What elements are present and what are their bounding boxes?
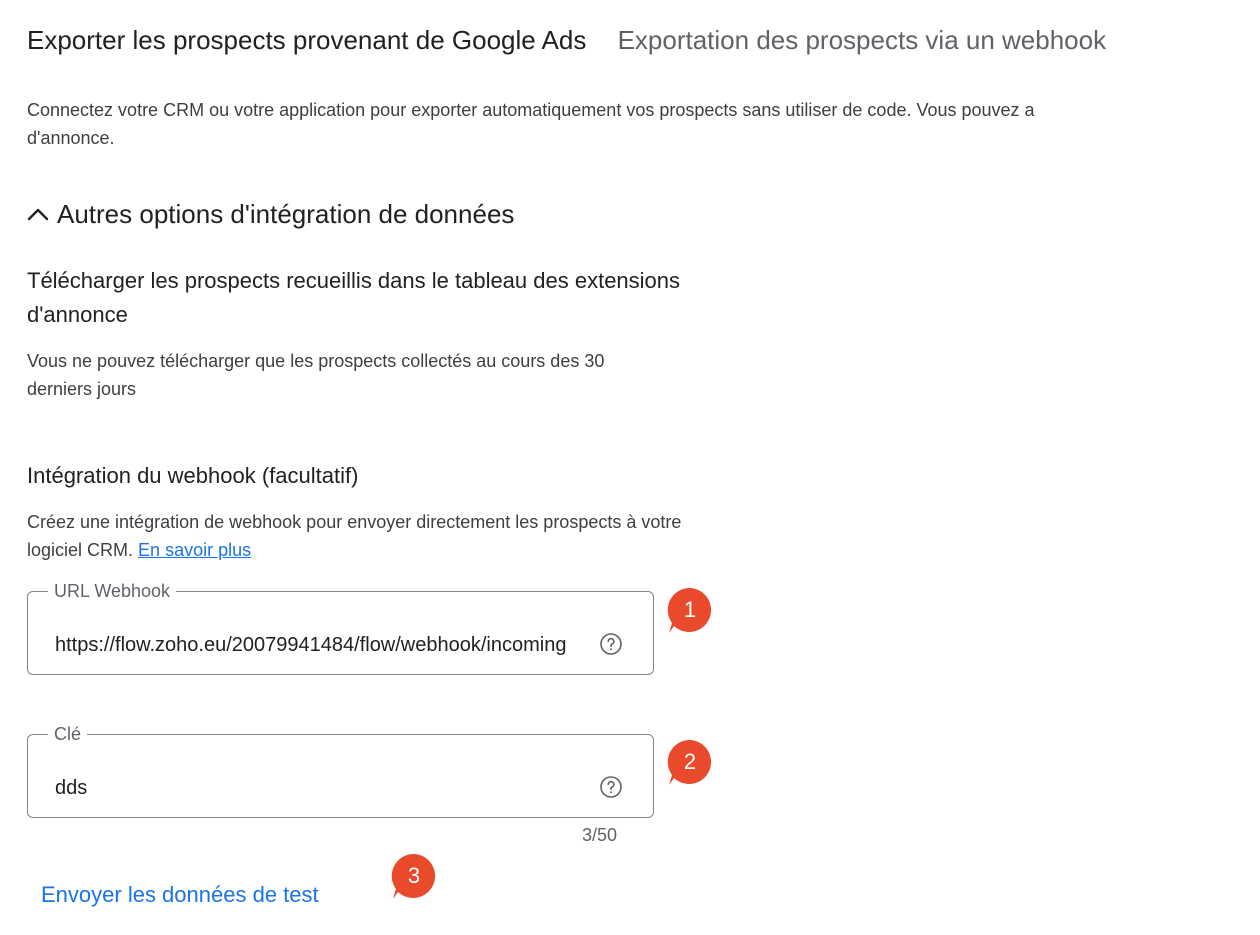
data-integration-options-toggle[interactable]: Autres options d'intégration de données — [25, 196, 514, 232]
key-label: Clé — [54, 724, 82, 744]
webhook-url-field: URL Webhook — [27, 582, 654, 675]
annotation-marker-1: 1 — [666, 586, 718, 638]
download-heading: Télécharger les prospects recueillis dan… — [27, 268, 681, 327]
section-title: Autres options d'intégration de données — [57, 199, 515, 229]
intro-line-2: d'annonce. — [27, 128, 115, 148]
webhook-url-label: URL Webhook — [54, 581, 171, 601]
chevron-up-icon — [25, 201, 51, 227]
key-char-counter: 3/50 — [582, 825, 618, 845]
annotation-marker-3: 3 — [390, 852, 442, 904]
annotation-number: 1 — [683, 597, 697, 622]
key-field: Clé — [27, 725, 654, 818]
send-test-data-button[interactable]: Envoyer les données de test — [41, 880, 319, 910]
learn-more-link[interactable]: En savoir plus — [138, 540, 251, 560]
webhook-description: Créez une intégration de webhook pour en… — [27, 508, 687, 564]
tab-webhook-export[interactable]: Exportation des prospects via un webhook — [618, 22, 1107, 58]
intro-text: Connectez votre CRM ou votre application… — [27, 96, 1260, 152]
download-description: Vous ne pouvez télécharger que les prosp… — [27, 351, 605, 399]
key-input[interactable] — [55, 773, 615, 803]
webhook-description-text: Créez une intégration de webhook pour en… — [27, 512, 682, 560]
annotation-number: 3 — [407, 863, 421, 888]
webhook-heading: Intégration du webhook (facultatif) — [27, 463, 359, 488]
help-circle-icon[interactable] — [599, 775, 623, 799]
intro-line-1: Connectez votre CRM ou votre application… — [27, 100, 1035, 120]
annotation-number: 2 — [683, 749, 697, 774]
webhook-url-input[interactable] — [55, 630, 615, 660]
annotation-marker-2: 2 — [666, 738, 718, 790]
tab-bar: Exporter les prospects provenant de Goog… — [27, 22, 1106, 58]
help-circle-icon[interactable] — [599, 632, 623, 656]
tab-google-ads-export[interactable]: Exporter les prospects provenant de Goog… — [27, 22, 586, 58]
